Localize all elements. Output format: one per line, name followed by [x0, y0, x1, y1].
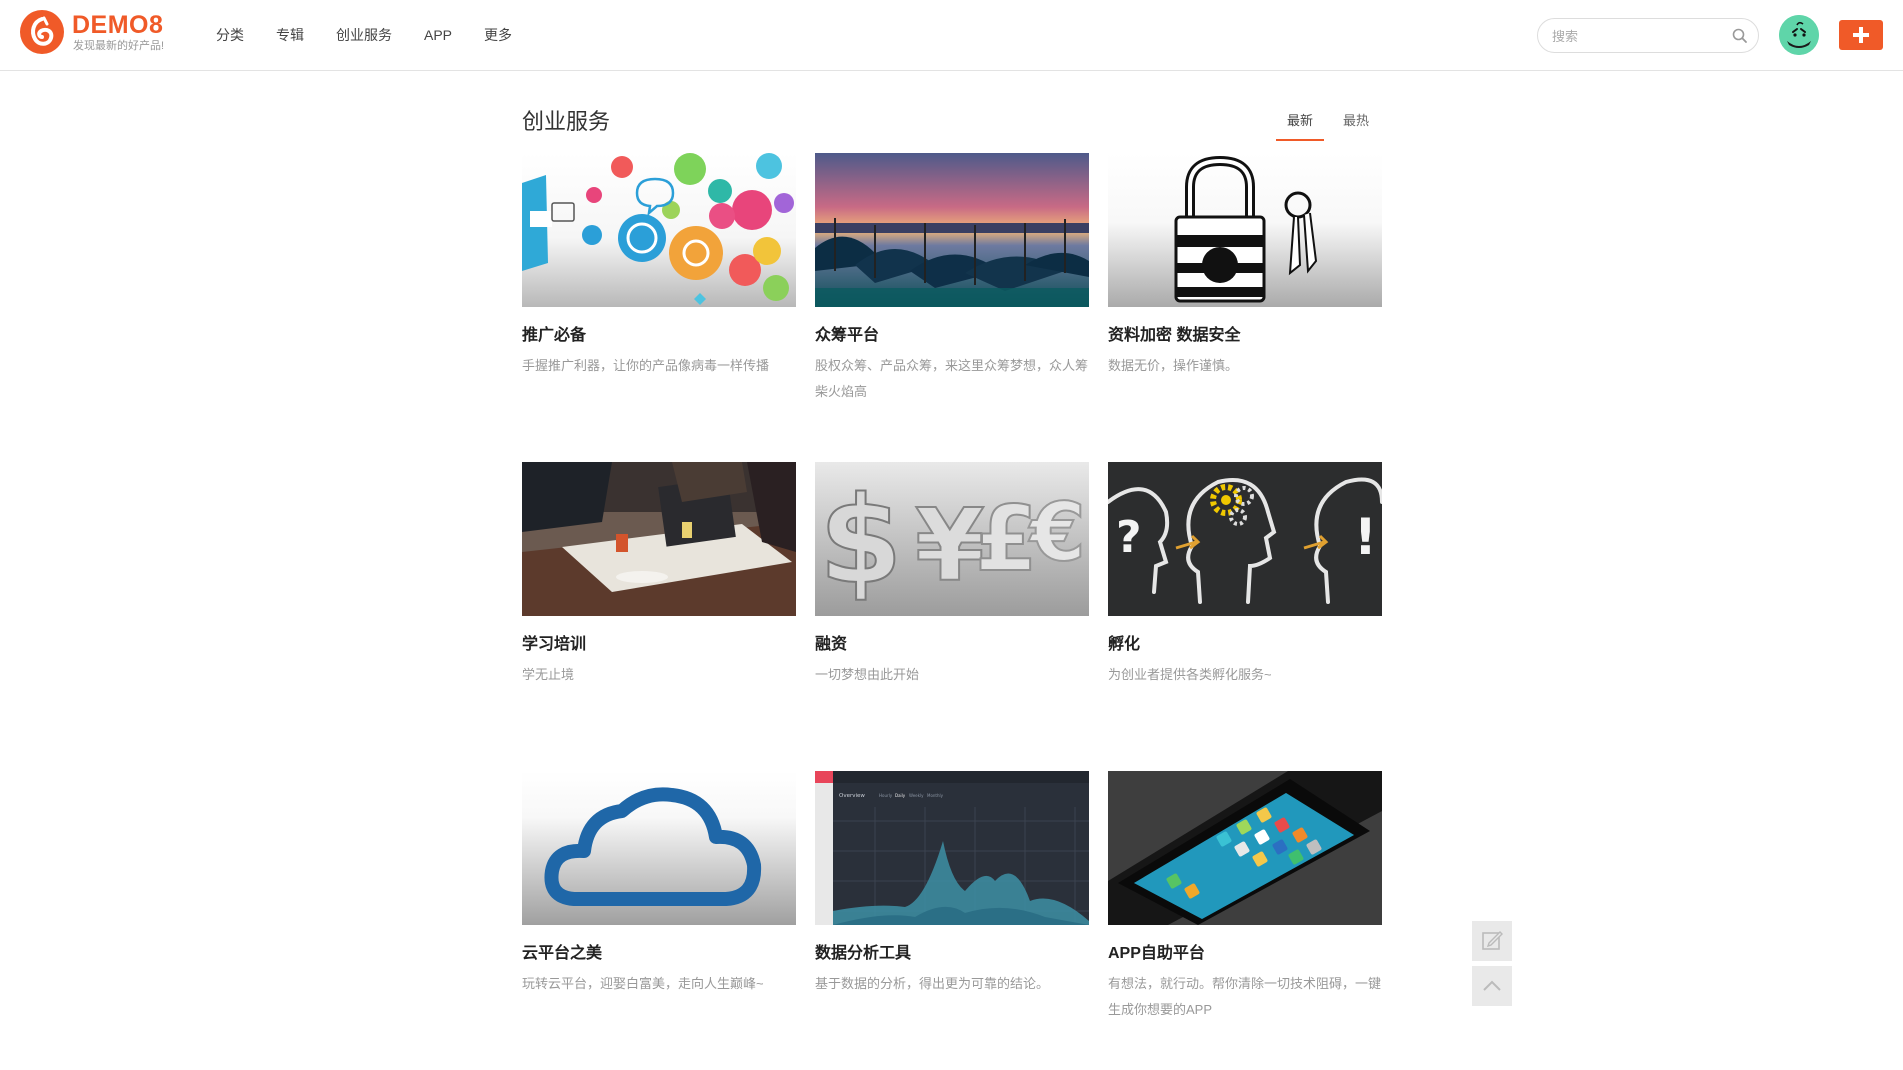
- card-title[interactable]: APP自助平台: [1108, 943, 1382, 965]
- nav-item-more[interactable]: 更多: [468, 0, 528, 70]
- card-image-promotion: [522, 153, 796, 307]
- svg-text:?: ?: [1116, 512, 1142, 563]
- nav-item-startup-services[interactable]: 创业服务: [320, 0, 408, 70]
- service-card[interactable]: ? ! 孵化 为创业者提供各类孵化服务~: [1108, 462, 1382, 688]
- tab-hottest[interactable]: 最热: [1332, 110, 1380, 141]
- service-card[interactable]: Overview Hourly Daily Weekly Monthly 数据分…: [815, 771, 1089, 997]
- logo-icon: [20, 10, 64, 54]
- avatar[interactable]: [1779, 15, 1819, 55]
- card-image-app-builder: [1108, 771, 1382, 925]
- service-card[interactable]: 云平台之美 玩转云平台，迎娶白富美，走向人生巅峰~: [522, 771, 796, 997]
- brand-name: DEMO8: [72, 11, 164, 39]
- chevron-up-icon: [1483, 980, 1501, 991]
- add-button[interactable]: [1839, 20, 1883, 50]
- card-title[interactable]: 众筹平台: [815, 325, 1089, 347]
- svg-text:!: !: [1354, 508, 1377, 566]
- card-title[interactable]: 融资: [815, 634, 1089, 656]
- card-description: 基于数据的分析，得出更为可靠的结论。: [815, 976, 1050, 991]
- main-nav: 分类 专辑 创业服务 APP 更多: [200, 0, 528, 70]
- period-daily: Daily: [895, 793, 906, 798]
- service-card[interactable]: $ ¥ £ € 融资 一切梦想由此开始: [815, 462, 1089, 688]
- card-description: 一切梦想由此开始: [815, 667, 920, 682]
- svg-text:€: €: [1028, 486, 1086, 579]
- card-description: 为创业者提供各类孵化服务~: [1108, 667, 1272, 682]
- search-box: [1537, 18, 1759, 53]
- card-description: 学无止境: [522, 667, 575, 682]
- service-card[interactable]: 学习培训 学无止境: [522, 462, 796, 688]
- nav-item-app[interactable]: APP: [408, 0, 468, 70]
- service-card[interactable]: 资料加密 数据安全 数据无价，操作谨慎。: [1108, 153, 1382, 379]
- search-input[interactable]: [1552, 27, 1722, 45]
- card-description: 数据无价，操作谨慎。: [1108, 358, 1239, 373]
- header: DEMO8 发现最新的好产品! 分类 专辑 创业服务 APP 更多: [0, 0, 1903, 71]
- card-title[interactable]: 资料加密 数据安全: [1108, 325, 1382, 347]
- service-card[interactable]: APP自助平台 有想法，就行动。帮你清除一切技术阻碍，一键生成你想要的APP: [1108, 771, 1382, 1023]
- card-title[interactable]: 孵化: [1108, 634, 1382, 656]
- card-description: 玩转云平台，迎娶白富美，走向人生巅峰~: [522, 976, 764, 991]
- card-image-crowdfunding: [815, 153, 1089, 307]
- back-to-top-button[interactable]: [1472, 966, 1512, 1006]
- chart-title-label: Overview: [839, 793, 865, 799]
- svg-text:$: $: [819, 472, 903, 611]
- card-image-financing: $ ¥ £ €: [815, 462, 1089, 616]
- edit-icon: [1482, 931, 1503, 950]
- logo[interactable]: DEMO8 发现最新的好产品!: [20, 10, 180, 58]
- service-card[interactable]: 推广必备 手握推广利器，让你的产品像病毒一样传播: [522, 153, 796, 379]
- svg-text:£: £: [975, 487, 1038, 592]
- card-title[interactable]: 云平台之美: [522, 943, 796, 965]
- card-description: 股权众筹、产品众筹，来这里众筹梦想，众人筹柴火焰高: [815, 358, 1089, 399]
- brand-slogan: 发现最新的好产品!: [73, 40, 165, 52]
- card-image-incubation: ? !: [1108, 462, 1382, 616]
- page-title: 创业服务: [522, 109, 611, 134]
- card-description: 手握推广利器，让你的产品像病毒一样传播: [522, 358, 770, 373]
- card-title[interactable]: 推广必备: [522, 325, 796, 347]
- card-image-training: [522, 462, 796, 616]
- tab-latest[interactable]: 最新: [1276, 110, 1325, 141]
- period-monthly: Monthly: [927, 793, 944, 798]
- feedback-button[interactable]: [1472, 921, 1512, 961]
- nav-item-albums[interactable]: 专辑: [260, 0, 320, 70]
- sort-tabs: 最新 最热: [1276, 110, 1388, 141]
- card-image-encryption: [1108, 153, 1382, 307]
- period-weekly: Weekly: [909, 793, 924, 798]
- period-hourly: Hourly: [879, 793, 893, 798]
- search-icon[interactable]: [1731, 27, 1749, 45]
- card-image-data-analysis: Overview Hourly Daily Weekly Monthly: [815, 771, 1089, 925]
- card-description: 有想法，就行动。帮你清除一切技术阻碍，一键生成你想要的APP: [1108, 976, 1382, 1017]
- card-title[interactable]: 数据分析工具: [815, 943, 1089, 965]
- card-image-cloud: [522, 771, 796, 925]
- nav-item-category[interactable]: 分类: [200, 0, 260, 70]
- card-title[interactable]: 学习培训: [522, 634, 796, 656]
- service-card[interactable]: 众筹平台 股权众筹、产品众筹，来这里众筹梦想，众人筹柴火焰高: [815, 153, 1089, 405]
